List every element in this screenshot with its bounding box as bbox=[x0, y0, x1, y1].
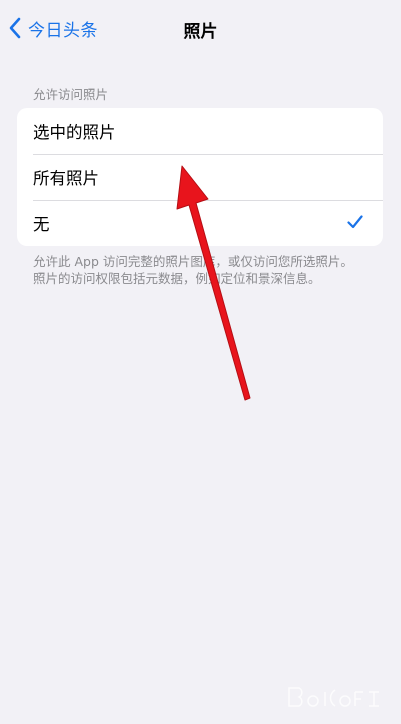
option-selected-photos[interactable]: 选中的照片 bbox=[17, 108, 383, 154]
watermark-logo bbox=[288, 687, 379, 707]
checkmark-icon bbox=[347, 215, 363, 229]
option-label: 无 bbox=[33, 215, 50, 234]
section-footer: 允许此 App 访问完整的照片图库，或仅访问您所选照片。照片的访问权限包括元数据… bbox=[33, 254, 353, 286]
page-title: 照片 bbox=[183, 22, 218, 42]
option-label: 选中的照片 bbox=[33, 123, 116, 142]
option-label: 所有照片 bbox=[33, 169, 99, 188]
section-header: 允许访问照片 bbox=[33, 87, 109, 102]
photo-access-options: 选中的照片 所有照片 无 bbox=[17, 108, 383, 246]
option-none[interactable]: 无 bbox=[17, 200, 383, 246]
navigation-bar: 今日头条 照片 bbox=[0, 0, 401, 56]
option-all-photos[interactable]: 所有照片 bbox=[17, 154, 383, 200]
